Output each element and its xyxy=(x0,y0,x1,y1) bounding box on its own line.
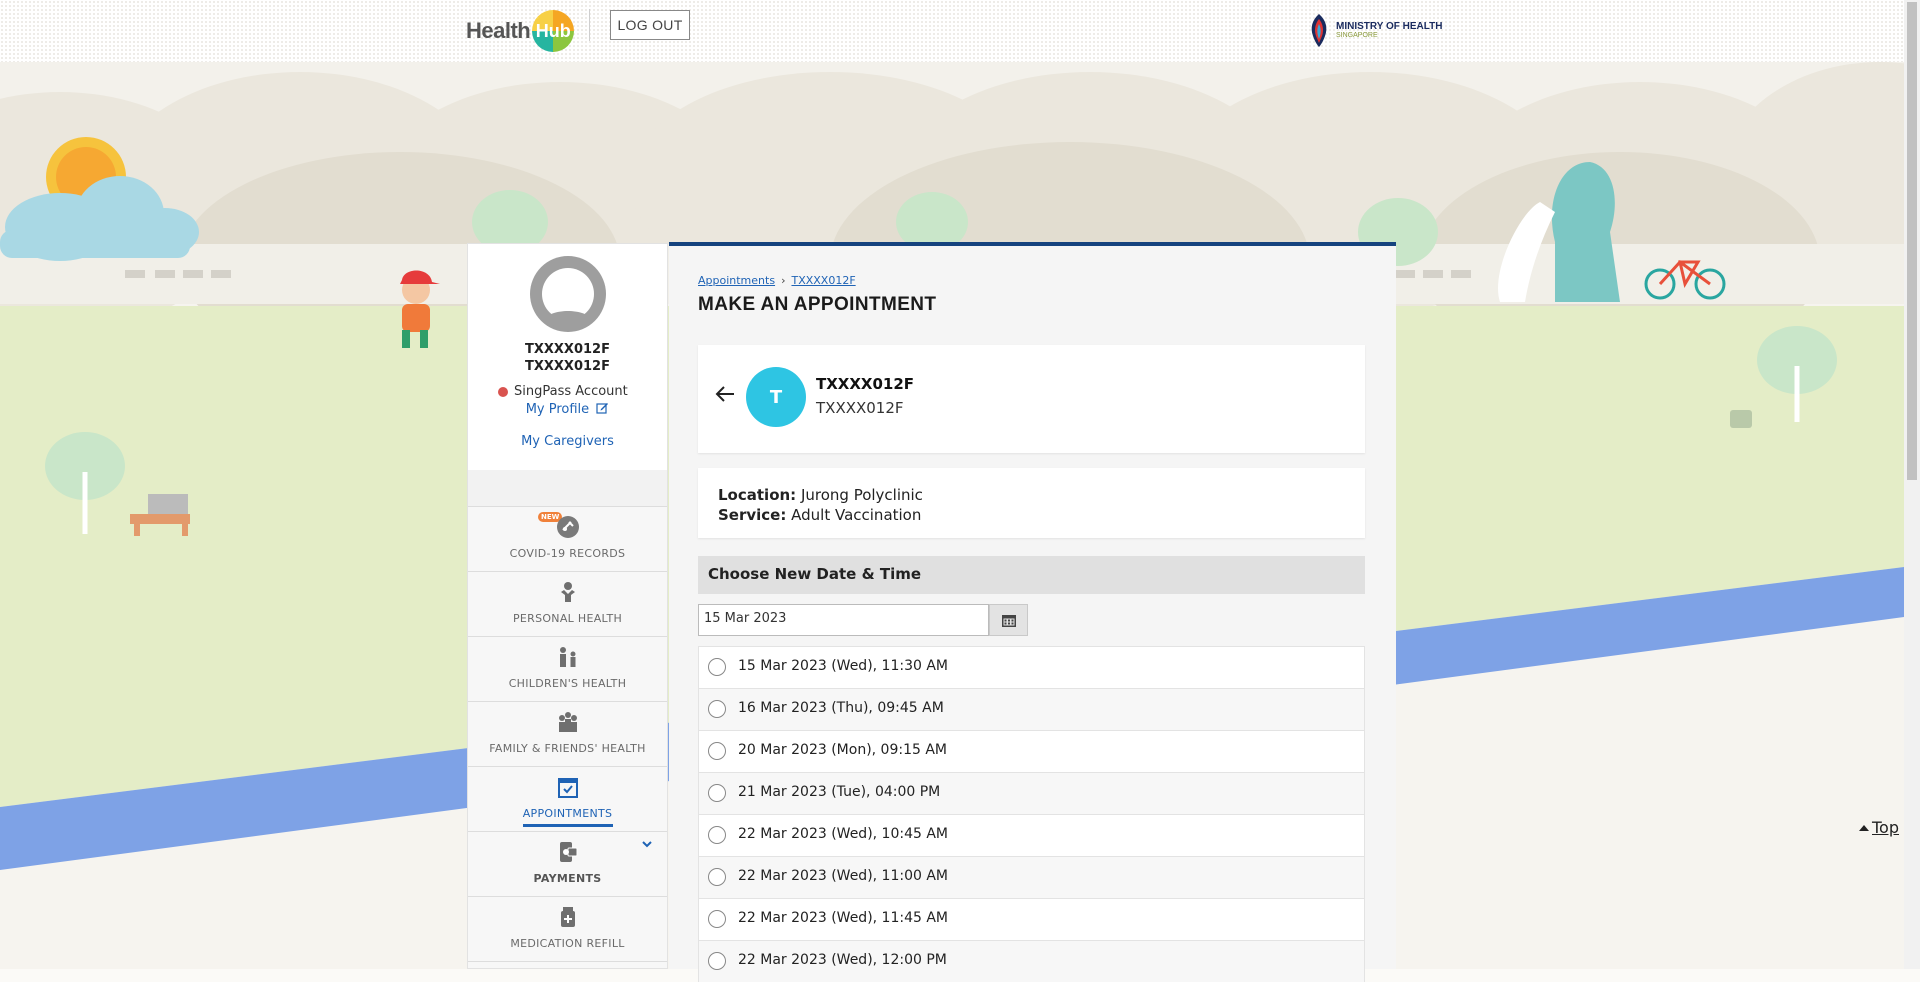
radio-button[interactable] xyxy=(708,952,726,970)
sidebar-item-appointments[interactable]: APPOINTMENTS xyxy=(468,767,667,832)
my-caregivers-link[interactable]: My Caregivers xyxy=(468,434,667,449)
calendar-icon xyxy=(1002,615,1016,627)
family-icon xyxy=(559,712,577,732)
breadcrumb-separator: › xyxy=(781,274,786,287)
time-slot-list: 15 Mar 2023 (Wed), 11:30 AM 16 Mar 2023 … xyxy=(698,646,1365,982)
time-slot-option[interactable]: 15 Mar 2023 (Wed), 11:30 AM xyxy=(698,646,1365,688)
location-value: Jurong Polyclinic xyxy=(800,486,923,504)
sidebar-item-medication-refill[interactable]: MEDICATION REFILL xyxy=(468,897,667,962)
time-slot-option[interactable]: 22 Mar 2023 (Wed), 11:45 AM xyxy=(698,898,1365,940)
sidebar-item-label: APPOINTMENTS xyxy=(522,807,613,820)
profile-panel: TXXXX012F TXXXX012F SingPass Account My … xyxy=(468,244,667,471)
back-to-top-link[interactable]: Top xyxy=(1859,818,1899,837)
time-slot-option[interactable]: 21 Mar 2023 (Tue), 04:00 PM xyxy=(698,772,1365,814)
time-slot-label: 22 Mar 2023 (Wed), 11:00 AM xyxy=(738,868,949,884)
time-slot-label: 22 Mar 2023 (Wed), 12:00 PM xyxy=(738,952,947,968)
sidebar-spacer xyxy=(468,470,667,507)
time-slot-label: 22 Mar 2023 (Wed), 10:45 AM xyxy=(738,826,949,842)
time-slot-option[interactable]: 16 Mar 2023 (Thu), 09:45 AM xyxy=(698,688,1365,730)
time-slot-option[interactable]: 22 Mar 2023 (Wed), 11:00 AM xyxy=(698,856,1365,898)
radio-button[interactable] xyxy=(708,658,726,676)
medication-icon xyxy=(561,907,575,927)
page-title: MAKE AN APPOINTMENT xyxy=(698,294,937,315)
scrollbar-thumb[interactable] xyxy=(1907,2,1917,480)
my-profile-label: My Profile xyxy=(525,402,590,417)
logout-button[interactable]: LOG OUT xyxy=(610,10,690,40)
person-icon xyxy=(561,582,575,602)
moh-logo[interactable]: MINISTRY OF HEALTH SINGAPORE xyxy=(1308,12,1442,48)
service-value: Adult Vaccination xyxy=(791,506,922,524)
breadcrumb-patient[interactable]: TXXXX012F xyxy=(791,274,855,287)
time-slot-option[interactable]: 20 Mar 2023 (Mon), 09:15 AM xyxy=(698,730,1365,772)
patient-id: TXXXX012F xyxy=(816,399,904,417)
account-type: SingPass Account xyxy=(498,384,628,399)
date-field[interactable]: 15 Mar 2023 xyxy=(698,604,989,636)
sidebar-item-family-friends-health[interactable]: FAMILY & FRIENDS' HEALTH xyxy=(468,702,667,767)
my-profile-link[interactable]: My Profile xyxy=(468,402,667,417)
patient-avatar: T xyxy=(746,367,806,427)
profile-sidebar: TXXXX012F TXXXX012F SingPass Account My … xyxy=(467,243,668,969)
location-label: Location: xyxy=(718,486,797,504)
radio-button[interactable] xyxy=(708,826,726,844)
covid-records-icon xyxy=(557,516,579,538)
time-slot-option[interactable]: 22 Mar 2023 (Wed), 10:45 AM xyxy=(698,814,1365,856)
sidebar-item-payments[interactable]: PAYMENTS xyxy=(468,832,667,897)
section-header: Choose New Date & Time xyxy=(698,556,1365,594)
sidebar-item-covid-records[interactable]: NEW COVID-19 RECORDS xyxy=(468,507,667,572)
time-slot-label: 21 Mar 2023 (Tue), 04:00 PM xyxy=(738,784,941,800)
radio-button[interactable] xyxy=(708,742,726,760)
sidebar-item-label: MEDICATION REFILL xyxy=(510,937,625,950)
moh-subtitle: SINGAPORE xyxy=(1336,31,1378,39)
patient-name: TXXXX012F xyxy=(816,375,915,393)
service-label: Service: xyxy=(718,506,787,524)
avatar-icon xyxy=(530,256,606,332)
calendar-button[interactable] xyxy=(989,604,1028,636)
back-to-top-label: Top xyxy=(1872,818,1899,837)
breadcrumb: Appointments › TXXXX012F xyxy=(698,274,856,287)
logo-hub-badge: Hub xyxy=(532,10,575,52)
time-slot-label: 16 Mar 2023 (Thu), 09:45 AM xyxy=(738,700,944,716)
time-slot-label: 22 Mar 2023 (Wed), 11:45 AM xyxy=(738,910,949,926)
payments-icon xyxy=(560,842,578,862)
profile-id: TXXXX012F xyxy=(525,359,610,374)
back-arrow-icon[interactable] xyxy=(714,383,736,405)
radio-button[interactable] xyxy=(708,868,726,886)
active-indicator xyxy=(523,824,613,827)
healthhub-logo[interactable]: Health Hub xyxy=(466,8,575,54)
calendar-check-icon xyxy=(558,778,578,798)
sidebar-item-label: COVID-19 RECORDS xyxy=(509,547,626,560)
service-row: Service: Adult Vaccination xyxy=(718,506,921,524)
header-divider xyxy=(589,9,590,41)
page-scrollbar[interactable] xyxy=(1904,0,1920,969)
status-dot xyxy=(498,386,508,397)
chevron-down-icon[interactable] xyxy=(641,838,653,850)
radio-button[interactable] xyxy=(708,700,726,718)
time-slot-label: 15 Mar 2023 (Wed), 11:30 AM xyxy=(738,658,949,674)
edit-icon xyxy=(596,403,609,414)
breadcrumb-appointments[interactable]: Appointments xyxy=(698,274,775,287)
section-title: Choose New Date & Time xyxy=(708,565,922,583)
sidebar-item-childrens-health[interactable]: CHILDREN'S HEALTH xyxy=(468,637,667,702)
moh-title: MINISTRY OF HEALTH xyxy=(1336,20,1443,32)
caret-up-icon xyxy=(1859,824,1869,831)
moh-crest-icon xyxy=(1311,14,1327,47)
logo-text: Health xyxy=(466,18,531,43)
sidebar-item-label: FAMILY & FRIENDS' HEALTH xyxy=(489,742,646,755)
sidebar-item-personal-health[interactable]: PERSONAL HEALTH xyxy=(468,572,667,637)
radio-button[interactable] xyxy=(708,910,726,928)
time-slot-label: 20 Mar 2023 (Mon), 09:15 AM xyxy=(738,742,948,758)
children-icon xyxy=(560,647,576,667)
location-row: Location: Jurong Polyclinic xyxy=(718,486,923,504)
appointment-info: Location: Jurong Polyclinic Service: Adu… xyxy=(698,468,1365,538)
sidebar-item-label: PAYMENTS xyxy=(533,872,602,885)
sidebar-item-label: PERSONAL HEALTH xyxy=(512,612,623,625)
account-type-label: SingPass Account xyxy=(514,384,628,399)
time-slot-option[interactable]: 22 Mar 2023 (Wed), 12:00 PM xyxy=(698,940,1365,982)
top-header: Health Hub LOG OUT MINISTRY OF HEALTH SI… xyxy=(0,0,1904,62)
profile-name: TXXXX012F xyxy=(525,342,610,357)
sidebar-item-label: CHILDREN'S HEALTH xyxy=(508,677,627,690)
appointment-panel: Appointments › TXXXX012F MAKE AN APPOINTME… xyxy=(669,242,1396,982)
radio-button[interactable] xyxy=(708,784,726,802)
patient-card: T TXXXX012F TXXXX012F xyxy=(698,345,1365,453)
